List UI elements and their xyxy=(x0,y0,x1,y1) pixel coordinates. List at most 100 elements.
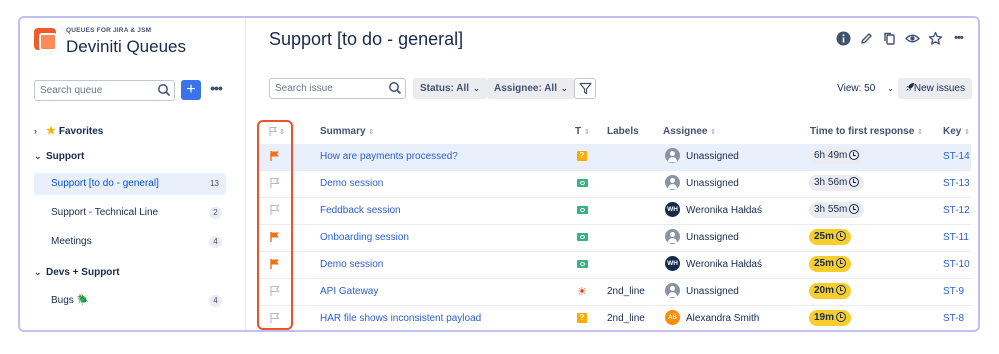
issue-summary-link[interactable]: HAR file shows inconsistent payload xyxy=(320,306,481,330)
issue-summary-link[interactable]: Onboarding session xyxy=(320,225,409,251)
key-column-header[interactable]: Key ⇕ xyxy=(943,126,970,137)
issue-summary-link[interactable]: Demo session xyxy=(320,171,383,197)
chevron-down-icon[interactable]: ⌄ xyxy=(34,261,46,283)
assignee[interactable]: AS Alexandra Smith xyxy=(665,306,759,330)
sla-timer: 3h 56m xyxy=(809,171,865,197)
view-select[interactable]: View: 50 ⌄ xyxy=(837,78,894,99)
clock-icon xyxy=(836,284,847,295)
table-row[interactable]: HAR file shows inconsistent payload? 2nd_… xyxy=(257,306,971,330)
sidebar-item[interactable]: Support - Technical Line 2 xyxy=(34,202,226,224)
issue-labels: 2nd_line xyxy=(607,313,645,324)
clock-icon xyxy=(836,230,847,241)
ttfr-header-label: Time to first response xyxy=(810,126,915,137)
sidebar-group[interactable]: › ★ Favorites xyxy=(34,120,226,142)
table-row[interactable]: Feddback session WH Weronika Hałdaś 3h 55m S… xyxy=(257,198,971,225)
issue-summary-link[interactable]: Demo session xyxy=(320,252,383,278)
type-column-header[interactable]: T ⇕ xyxy=(575,126,590,137)
issue-summary-link[interactable]: Feddback session xyxy=(320,198,401,224)
sidebar-item[interactable]: Bugs 🪲 4 xyxy=(34,290,226,312)
assignee[interactable]: Unassigned xyxy=(665,144,739,170)
assignee[interactable]: Unassigned xyxy=(665,171,739,197)
table-row[interactable]: Demo session Unassigned 3h 56m ST-13 xyxy=(257,171,971,198)
issue-key-link[interactable]: ST-14 xyxy=(943,144,970,170)
issue-type xyxy=(577,198,588,224)
issue-key-link[interactable]: ST-10 xyxy=(943,252,970,278)
issue-type: ☀ xyxy=(577,279,587,305)
more-icon[interactable]: ••• xyxy=(951,31,966,46)
queue-count-badge: 4 xyxy=(209,236,222,248)
sla-badge: 25m xyxy=(809,256,852,273)
chevron-down-icon: ⌄ xyxy=(887,84,894,93)
more-options-icon[interactable]: ••• xyxy=(207,80,225,100)
sla-badge: 25m xyxy=(809,229,852,246)
question-type-icon: ? xyxy=(577,151,587,162)
issue-key-link[interactable]: ST-13 xyxy=(943,171,970,197)
avatar xyxy=(665,282,680,298)
info-icon[interactable] xyxy=(836,31,851,46)
assignee[interactable]: WH Weronika Hałdaś xyxy=(665,252,762,278)
status-filter[interactable]: Status: All ⌄ xyxy=(413,78,487,99)
sidebar-item-label: Support - Technical Line xyxy=(51,207,159,218)
sla-value: 20m xyxy=(814,285,835,297)
status-filter-label: Status: All xyxy=(420,83,470,94)
watch-icon[interactable] xyxy=(905,31,920,46)
table-row[interactable]: API Gateway ☀ 2nd_line Unassigned 20m ST-9 xyxy=(257,279,971,306)
chevron-down-icon: ⌄ xyxy=(560,84,568,93)
assignee[interactable]: Unassigned xyxy=(665,225,739,251)
sla-timer: 19m xyxy=(809,306,852,330)
star-icon: ★ xyxy=(46,125,56,137)
issue-key-link[interactable]: ST-12 xyxy=(943,198,970,224)
star-icon[interactable] xyxy=(928,31,943,46)
issue-key-link[interactable]: ST-11 xyxy=(943,225,969,251)
issue-key-link[interactable]: ST-9 xyxy=(943,279,964,305)
chevron-right-icon[interactable]: › xyxy=(34,120,46,142)
assignee-name: Weronika Hałdaś xyxy=(686,259,762,270)
filter-funnel-button[interactable] xyxy=(574,78,596,99)
sla-timer: 25m xyxy=(809,225,852,251)
table-row[interactable]: Demo session WH Weronika Hałdaś 25m ST-10 xyxy=(257,252,971,279)
summary-column-header[interactable]: Summary ⇕ xyxy=(320,126,374,137)
ttfr-column-header[interactable]: Time to first response ⇕ xyxy=(810,126,923,137)
sidebar-item-label: Devs + Support xyxy=(46,267,120,278)
table-row[interactable]: Onboarding session Unassigned 25m ST-11 xyxy=(257,225,971,252)
issue-search-input[interactable] xyxy=(270,79,380,98)
search-icon[interactable] xyxy=(157,83,171,100)
sidebar-group[interactable]: ⌄ Devs + Support xyxy=(34,261,226,283)
sidebar-item[interactable]: Meetings 4 xyxy=(34,231,226,253)
sidebar: QUEUES FOR JIRA & JSM Deviniti Queues + … xyxy=(20,18,246,330)
clock-icon xyxy=(836,257,847,268)
rocket-icon xyxy=(905,78,915,99)
issue-type: ? xyxy=(577,144,587,170)
avatar xyxy=(665,228,680,244)
queue-search-input[interactable] xyxy=(35,81,147,100)
bug-icon: ☀ xyxy=(577,286,587,298)
add-queue-button[interactable]: + xyxy=(181,80,201,100)
issue-summary-link[interactable]: How are payments processed? xyxy=(320,144,458,170)
search-icon[interactable] xyxy=(388,81,402,98)
assignee-filter[interactable]: Assignee: All ⌄ xyxy=(487,78,575,99)
question-type-icon: ? xyxy=(577,313,587,324)
assignee[interactable]: Unassigned xyxy=(665,279,739,305)
sidebar-group[interactable]: ⌄ Support xyxy=(34,145,226,167)
service-request-icon xyxy=(577,260,588,269)
flag-column-highlight xyxy=(257,120,293,330)
chevron-down-icon[interactable]: ⌄ xyxy=(34,145,46,167)
assignee-column-header[interactable]: Assignee ⇕ xyxy=(663,126,716,137)
assignee[interactable]: WH Weronika Hałdaś xyxy=(665,198,762,224)
copy-icon[interactable] xyxy=(882,31,897,46)
sidebar-item[interactable]: Support [to do - general] 13 xyxy=(34,173,226,195)
funnel-icon xyxy=(578,82,592,95)
issue-summary-link[interactable]: API Gateway xyxy=(320,279,378,305)
assignee-name: Unassigned xyxy=(686,151,739,162)
avatar: WH xyxy=(665,201,680,217)
sla-value: 19m xyxy=(814,312,835,324)
issue-key-link[interactable]: ST-8 xyxy=(943,306,964,330)
edit-icon[interactable] xyxy=(859,31,874,46)
assignee-name: Unassigned xyxy=(686,286,739,297)
service-request-icon xyxy=(577,233,588,242)
new-issues-button[interactable]: New issues xyxy=(898,78,972,99)
avatar: WH xyxy=(665,255,680,271)
sidebar-item-label: Support [to do - general] xyxy=(51,178,159,189)
sla-timer: 20m xyxy=(809,279,852,305)
table-row[interactable]: How are payments processed?? Unassigned 6h… xyxy=(257,144,971,171)
